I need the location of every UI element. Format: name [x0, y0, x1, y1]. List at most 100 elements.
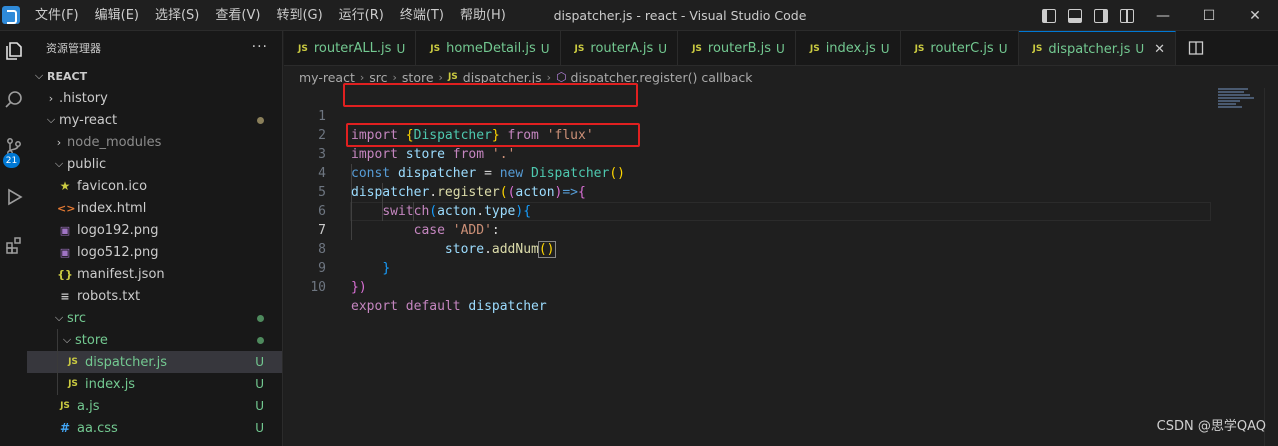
run-debug-icon[interactable] [0, 177, 27, 217]
modified-dot [257, 117, 264, 124]
code-line: 5 switch(acton.type){ [318, 185, 532, 219]
tree-file-aa-css[interactable]: # aa.css U [27, 417, 282, 439]
json-file-icon: {} [57, 267, 73, 281]
chevron-right-icon: › [438, 70, 443, 84]
menu-selection[interactable]: 选择(S) [147, 0, 207, 31]
tree-file-logo512[interactable]: ▣ logo512.png [27, 241, 282, 263]
untracked-dot [257, 315, 264, 322]
chevron-right-icon: › [392, 70, 397, 84]
untracked-badge: U [255, 421, 264, 435]
chevron-right-icon: › [48, 91, 54, 105]
image-file-icon: ▣ [59, 245, 71, 259]
code-line: 4 dispatcher.register((acton)=>{ [318, 166, 586, 200]
annotation-box-const [346, 123, 640, 147]
js-file-icon: JS [574, 43, 585, 54]
tab-routerA[interactable]: JS routerA.js U [561, 31, 679, 65]
menu-go[interactable]: 转到(G) [268, 0, 330, 31]
untracked-badge: U [1135, 42, 1145, 56]
extensions-icon[interactable] [0, 225, 27, 265]
css-file-icon: # [59, 421, 71, 435]
code-line-current: 7 store.addNum() [318, 223, 556, 258]
text-file-icon: ≡ [60, 289, 70, 303]
js-file-icon: JS [298, 43, 308, 54]
tab-routerALL[interactable]: JS routerALL.js U [284, 31, 417, 65]
tree-folder-store[interactable]: ⌵ store [27, 329, 282, 351]
chevron-down-icon: ⌵ [54, 157, 64, 170]
menu-terminal[interactable]: 终端(T) [392, 0, 452, 31]
untracked-badge: U [880, 41, 890, 56]
code-line: 8 } [318, 242, 391, 276]
maximize-button[interactable]: ☐ [1186, 0, 1232, 31]
vscode-logo-icon [2, 6, 20, 24]
vertical-scrollbar[interactable] [1264, 88, 1278, 446]
tree-file-manifest[interactable]: {} manifest.json [27, 263, 282, 285]
workspace-root[interactable]: ⌵ REACT [27, 65, 282, 87]
code-line: 9 }) [318, 261, 367, 295]
untracked-badge: U [540, 41, 550, 56]
toggle-secondary-sidebar-icon[interactable] [1088, 0, 1114, 31]
explorer-header: 资源管理器 ··· [27, 31, 282, 65]
untracked-dot [257, 337, 264, 344]
chevron-down-icon: ⌵ [34, 69, 44, 82]
tree-file-robots[interactable]: ≡ robots.txt [27, 285, 282, 307]
tree-folder-node-modules[interactable]: › node_modules [27, 131, 282, 153]
js-file-icon: JS [60, 401, 70, 411]
js-file-icon: JS [914, 43, 925, 54]
split-editor-icon[interactable] [1176, 31, 1216, 65]
tree-file-a-js[interactable]: JS a.js U [27, 395, 282, 417]
activity-bar: 21 [0, 31, 27, 446]
untracked-badge: U [998, 41, 1008, 56]
code-editor[interactable]: 1 import {Dispatcher} from 'flux' 2 impo… [284, 83, 1278, 446]
tree-file-dispatcher[interactable]: JS dispatcher.js U [27, 351, 282, 373]
untracked-badge: U [396, 41, 406, 56]
explorer-sidebar: 资源管理器 ··· ⌵ REACT › .history ⌵ my-react … [27, 31, 283, 446]
minimap[interactable] [1218, 88, 1268, 118]
code-line: 6 case 'ADD': [318, 204, 500, 238]
menu-file[interactable]: 文件(F) [27, 0, 87, 31]
tab-routerB[interactable]: JS routerB.js U [678, 31, 796, 65]
tree-folder-src[interactable]: ⌵ src [27, 307, 282, 329]
menu-run[interactable]: 运行(R) [331, 0, 392, 31]
html-file-icon: <> [57, 201, 76, 215]
annotation-box-import [343, 83, 638, 107]
more-actions-icon[interactable]: ··· [252, 39, 268, 55]
favicon-file-icon: ★ [59, 179, 71, 193]
untracked-badge: U [776, 41, 785, 56]
chevron-right-icon: › [56, 135, 62, 149]
toggle-primary-sidebar-icon[interactable] [1036, 0, 1062, 31]
tree-file-index-html[interactable]: <> index.html [27, 197, 282, 219]
menu-bar: 文件(F) 编辑(E) 选择(S) 查看(V) 转到(G) 运行(R) 终端(T… [27, 0, 514, 31]
js-file-icon: JS [68, 379, 78, 389]
tree-file-logo192[interactable]: ▣ logo192.png [27, 219, 282, 241]
js-file-icon: JS [68, 357, 78, 367]
tree-folder-public[interactable]: ⌵ public [27, 153, 282, 175]
tree-file-index-js[interactable]: JS index.js U [27, 373, 282, 395]
toggle-panel-icon[interactable] [1062, 0, 1088, 31]
chevron-right-icon: › [546, 70, 552, 84]
tab-routerC[interactable]: JS routerC.js U [901, 31, 1019, 65]
explorer-title: 资源管理器 [46, 42, 101, 55]
tree-file-favicon[interactable]: ★ favicon.ico [27, 175, 282, 197]
chevron-right-icon: › [359, 70, 365, 84]
window-title: dispatcher.js - react - Visual Studio Co… [553, 8, 807, 23]
explorer-icon[interactable] [0, 31, 27, 71]
close-window-button[interactable]: ✕ [1232, 0, 1278, 31]
method-symbol-icon: ⬡ [556, 70, 567, 84]
tab-homeDetail[interactable]: JS homeDetail.js U [416, 31, 561, 65]
js-file-icon: JS [447, 72, 458, 82]
tab-dispatcher[interactable]: JS dispatcher.js U ✕ [1018, 31, 1177, 65]
js-file-icon: JS [692, 43, 702, 54]
close-tab-icon[interactable]: ✕ [1154, 42, 1165, 57]
scm-count-badge: 21 [3, 153, 20, 168]
menu-edit[interactable]: 编辑(E) [87, 0, 147, 31]
minimize-button[interactable]: — [1140, 0, 1186, 31]
tree-folder-my-react[interactable]: ⌵ my-react [27, 109, 282, 131]
menu-view[interactable]: 查看(V) [207, 0, 268, 31]
code-line: 10 export default dispatcher [310, 280, 547, 314]
tree-folder-history[interactable]: › .history [27, 87, 282, 109]
untracked-badge: U [255, 355, 264, 369]
tab-index[interactable]: JS index.js U [796, 31, 901, 65]
customize-layout-icon[interactable] [1114, 0, 1140, 31]
untracked-badge: U [255, 399, 264, 413]
search-icon[interactable] [0, 79, 27, 119]
